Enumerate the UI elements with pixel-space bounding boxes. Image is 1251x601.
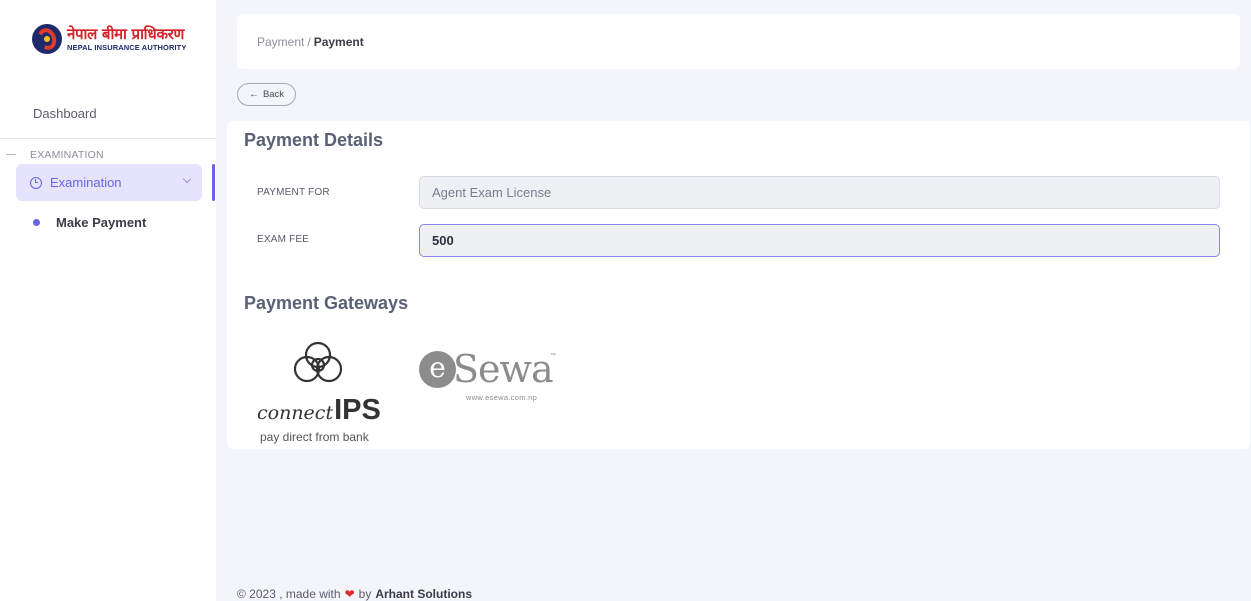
connectips-knot-icon <box>293 341 343 383</box>
sidebar-item-label: Make Payment <box>56 215 147 230</box>
breadcrumb-parent[interactable]: Payment <box>257 35 304 49</box>
payment-card: Payment Details PAYMENT FOR EXAM FEE Pay… <box>227 121 1250 449</box>
footer-author-link[interactable]: Arhant Solutions <box>375 587 472 601</box>
esewa-e-mark: e <box>419 351 456 388</box>
esewa-word: Sewa <box>453 347 554 391</box>
back-arrow-icon: ← <box>248 89 259 100</box>
sidebar-item-examination[interactable]: Examination <box>16 164 202 201</box>
esewa-logo[interactable]: e Sewa ™ www.esewa.com.np <box>419 347 559 417</box>
connectips-word: connect <box>257 402 334 424</box>
sidebar-item-label: Examination <box>50 175 122 190</box>
bullet-icon <box>33 219 40 226</box>
sidebar-item-dashboard[interactable]: Dashboard <box>33 106 97 121</box>
esewa-url: www.esewa.com.np <box>466 393 538 402</box>
clock-icon <box>30 176 42 189</box>
exam-fee-field[interactable] <box>419 224 1220 257</box>
connectips-brand: IPS <box>334 394 381 426</box>
back-button[interactable]: ← Back <box>237 83 296 106</box>
sidebar-divider <box>0 138 216 139</box>
chevron-down-icon <box>182 174 192 184</box>
logo-title: नेपाल बीमा प्राधिकरण <box>67 24 185 43</box>
footer-prefix: © 2023 , made with <box>237 587 341 601</box>
heart-icon: ❤ <box>344 587 355 601</box>
breadcrumb: Payment / Payment <box>237 14 1240 69</box>
sidebar-item-make-payment[interactable]: Make Payment <box>33 215 146 230</box>
payment-for-label: PAYMENT FOR <box>257 187 330 198</box>
exam-fee-label: EXAM FEE <box>257 234 310 245</box>
esewa-tm: ™ <box>550 353 556 359</box>
breadcrumb-current: Payment <box>313 34 364 49</box>
logo[interactable]: नेपाल बीमा प्राधिकरण NEPAL INSURANCE AUT… <box>32 24 186 54</box>
breadcrumb-separator: / <box>307 34 311 49</box>
connectips-logo[interactable]: connect IPS pay direct from bank <box>257 338 387 450</box>
logo-icon <box>32 24 62 54</box>
connectips-tagline: pay direct from bank <box>260 430 369 444</box>
section-dash <box>6 154 16 155</box>
section-label-examination: EXAMINATION <box>30 149 104 161</box>
payment-details-heading: Payment Details <box>244 130 384 150</box>
sidebar: नेपाल बीमा प्राधिकरण NEPAL INSURANCE AUT… <box>0 0 216 601</box>
logo-subtitle: NEPAL INSURANCE AUTHORITY <box>67 42 187 52</box>
footer: © 2023 , made with ❤ by Arhant Solutions <box>237 587 472 601</box>
payment-for-field[interactable] <box>419 176 1220 209</box>
active-indicator <box>212 164 215 201</box>
footer-by: by <box>358 587 372 601</box>
payment-gateways-heading: Payment Gateways <box>244 293 409 313</box>
back-button-label: Back <box>262 89 285 100</box>
